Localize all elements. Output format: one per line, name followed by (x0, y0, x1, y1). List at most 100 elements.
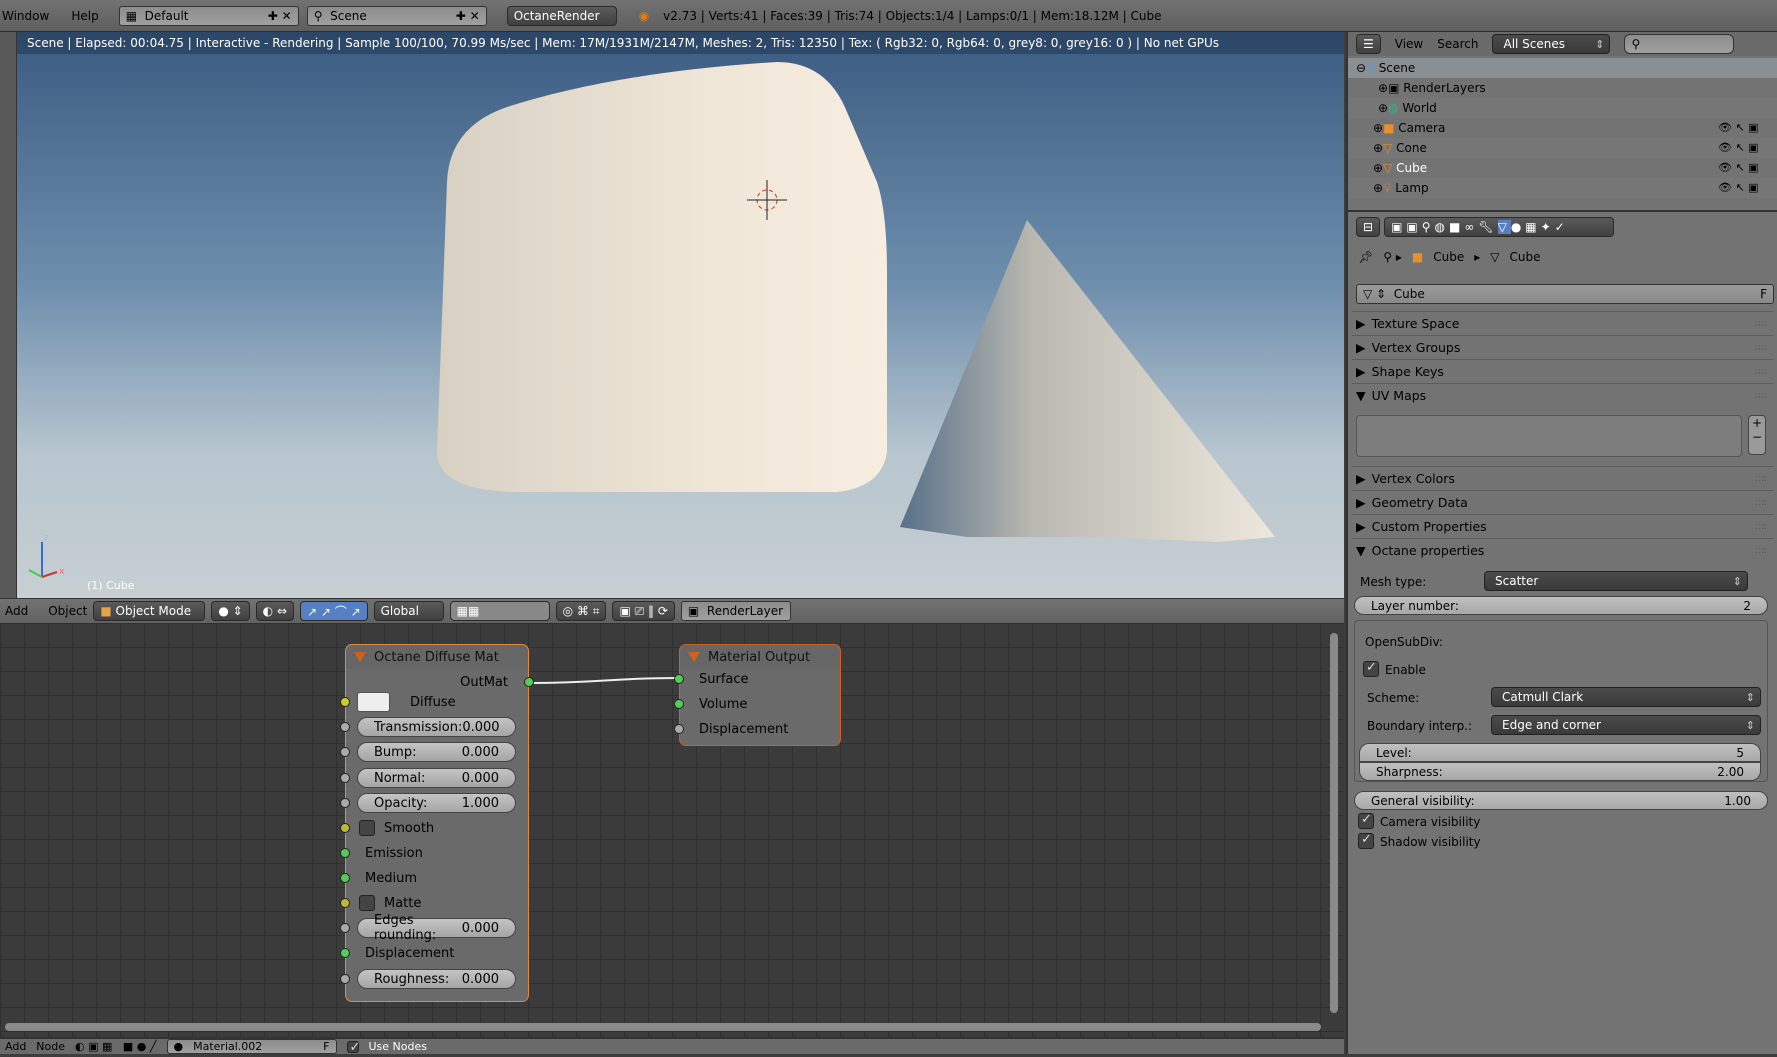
mesh-name-field[interactable]: ▽ ⇕ Cube F (1356, 284, 1774, 304)
outliner-item-renderlayers[interactable]: ⊕ ▣ RenderLayers (1348, 78, 1777, 98)
panel-shape-keys[interactable]: ▶ Shape Keys:::: (1352, 359, 1773, 383)
uv-maps-list[interactable] (1356, 415, 1742, 457)
menu-view[interactable]: View (1395, 37, 1423, 51)
outliner-item-cube[interactable]: ⊕ ▽ Cube (1348, 158, 1777, 178)
diffuse-color-swatch[interactable] (357, 692, 390, 712)
outliner-item-camera[interactable]: ⊕ ■ Camera (1348, 118, 1777, 138)
orientation-dropdown[interactable]: Global (373, 601, 444, 621)
sharpness-field[interactable]: Sharpness: 2.00 (1359, 762, 1761, 781)
collapse-icon[interactable] (354, 652, 366, 662)
menu-node[interactable]: Node (36, 1040, 65, 1053)
socket-matte[interactable] (340, 898, 350, 908)
smooth-checkbox[interactable] (359, 820, 375, 836)
pin-icon[interactable]: 📌︎ (1358, 250, 1373, 264)
menu-help[interactable]: Help (71, 9, 98, 23)
editor-type-icon[interactable]: ☰ (1356, 34, 1381, 54)
node-material-output[interactable]: Material Output Surface Volume Displacem… (674, 644, 841, 746)
snap-tools[interactable]: ◎ ⌘ ⌗ (555, 601, 607, 621)
panel-uv-maps[interactable]: ▼ UV Maps:::: (1352, 383, 1773, 407)
vertical-scrollbar[interactable] (1330, 633, 1338, 1013)
outliner-item-lamp[interactable]: ⊕ 💡︎ Lamp (1348, 178, 1777, 198)
tree-type-buttons[interactable]: ◐ ▣ ▦ ■ ● ╱ (75, 1040, 156, 1053)
bump-field[interactable]: Bump: 0.000 (357, 742, 516, 762)
socket-edges-rounding[interactable] (340, 923, 350, 933)
socket-smooth[interactable] (340, 823, 350, 833)
shading-dropdown[interactable]: ● ⇕ (211, 601, 250, 621)
use-nodes-checkbox[interactable] (346, 1040, 359, 1053)
layout-selector[interactable]: ▦ Default ✚ ✕ (118, 5, 299, 26)
manipulator-toggle[interactable]: ↗ ↗ ⌒ ↗ (300, 601, 368, 621)
socket-displacement[interactable] (340, 948, 350, 958)
node-title: Octane Diffuse Mat (374, 649, 499, 665)
layer-number-field[interactable]: Layer number: 2 (1354, 596, 1768, 615)
render-layer-label: RenderLayer (706, 604, 784, 618)
collapse-icon[interactable] (688, 652, 700, 662)
menu-add[interactable]: Add (5, 604, 28, 618)
menu-window[interactable]: Window (2, 9, 49, 23)
display-mode-dropdown[interactable]: All Scenes (1492, 34, 1611, 54)
add-remove-uv-buttons[interactable]: + − (1748, 415, 1766, 455)
node-editor[interactable]: Octane Diffuse Mat OutMat Diffuse Transm… (0, 623, 1344, 1037)
scheme-dropdown[interactable]: Catmull Clark (1491, 687, 1761, 707)
socket-emission[interactable] (340, 848, 350, 858)
panel-custom-properties[interactable]: ▶ Custom Properties:::: (1352, 514, 1773, 538)
camera-visibility-label: Camera visibility (1380, 815, 1481, 829)
menu-add[interactable]: Add (5, 1040, 26, 1053)
fake-user-button[interactable]: F (323, 1040, 329, 1053)
transmission-field[interactable]: Transmission: 0.000 (357, 717, 516, 737)
socket-volume[interactable] (674, 699, 684, 709)
search-input[interactable]: ⚲ (1624, 34, 1735, 54)
menu-search[interactable]: Search (1437, 37, 1478, 51)
add-close-icon[interactable]: ✚ ✕ (456, 9, 480, 23)
menu-object[interactable]: Object (48, 604, 87, 618)
socket-opacity[interactable] (340, 798, 350, 808)
pivot-dropdown[interactable]: ◐ ⇔ (255, 601, 295, 621)
socket-roughness[interactable] (340, 974, 350, 984)
socket-outmat[interactable] (524, 677, 534, 687)
add-close-icon[interactable]: ✚ ✕ (268, 9, 292, 23)
panel-vertex-colors[interactable]: ▶ Vertex Colors:::: (1352, 466, 1773, 490)
socket-transmission[interactable] (340, 722, 350, 732)
material-selector[interactable]: ● Material.002 F (166, 1039, 337, 1054)
outliner-item-world[interactable]: ⊕ ◍ World (1348, 98, 1777, 118)
use-nodes-label: Use Nodes (368, 1040, 428, 1053)
scene-selector[interactable]: ⚲ Scene ✚ ✕ (306, 5, 487, 26)
properties-context-tabs[interactable]: ⊟ ▣▣⚲◍■∞🔧︎ ▽ ●▦✦✓ (1356, 217, 1615, 237)
render-layer-button[interactable]: ▣ RenderLayer (680, 601, 791, 621)
socket-medium[interactable] (340, 873, 350, 883)
3d-viewport[interactable]: Scene | Elapsed: 00:04.75 | Interactive … (17, 32, 1344, 598)
node-octane-diffuse-mat[interactable]: Octane Diffuse Mat OutMat Diffuse Transm… (340, 644, 534, 1002)
panel-octane-properties[interactable]: ▼ Octane properties:::: (1352, 538, 1773, 562)
normal-field[interactable]: Normal: 0.000 (357, 768, 516, 788)
socket-displacement[interactable] (674, 724, 684, 734)
panel-geometry-data[interactable]: ▶ Geometry Data:::: (1352, 490, 1773, 514)
horizontal-scrollbar[interactable] (5, 1023, 1321, 1031)
outliner-item-cone[interactable]: ⊕ ▽ Cone (1348, 138, 1777, 158)
mode-dropdown[interactable]: ■ Object Mode (93, 601, 206, 621)
socket-normal[interactable] (340, 773, 350, 783)
camera-visibility-checkbox[interactable] (1358, 813, 1374, 829)
outliner-item-scene[interactable]: ⊖ ⚲ Scene (1348, 58, 1777, 78)
tool-shelf-tab[interactable] (0, 32, 17, 598)
opacity-field[interactable]: Opacity: 1.000 (357, 793, 516, 813)
render-buttons[interactable]: ▣ ⎚ ‖ ⟳ (612, 601, 675, 621)
fake-user-button[interactable]: F (1760, 287, 1767, 301)
render-engine-dropdown[interactable]: OctaneRender (506, 5, 617, 26)
material-name: Material.002 (193, 1040, 263, 1053)
socket-bump[interactable] (340, 747, 350, 757)
edges-rounding-field[interactable]: Edges rounding: 0.000 (357, 913, 516, 943)
panel-texture-space[interactable]: ▶ Texture Space:::: (1352, 311, 1773, 335)
socket-surface[interactable] (674, 674, 684, 684)
shadow-visibility-checkbox[interactable] (1358, 833, 1374, 849)
boundary-dropdown[interactable]: Edge and corner (1491, 715, 1761, 735)
level-field[interactable]: Level: 5 (1359, 743, 1761, 762)
matte-checkbox[interactable] (359, 895, 375, 911)
roughness-field[interactable]: Roughness: 0.000 (357, 969, 516, 989)
socket-diffuse[interactable] (340, 697, 350, 707)
restrict-columns[interactable]: 👁︎ ↖ ▣ 👁︎ ↖ ▣ 👁︎ ↖ ▣ 👁︎ ↖ ▣ (1718, 118, 1759, 198)
mesh-type-dropdown[interactable]: Scatter (1484, 571, 1748, 591)
enable-checkbox[interactable] (1363, 661, 1379, 677)
layers-grid[interactable]: ▦▦ (449, 601, 550, 621)
general-visibility-field[interactable]: General visibility: 1.00 (1354, 791, 1768, 810)
panel-vertex-groups[interactable]: ▶ Vertex Groups:::: (1352, 335, 1773, 359)
